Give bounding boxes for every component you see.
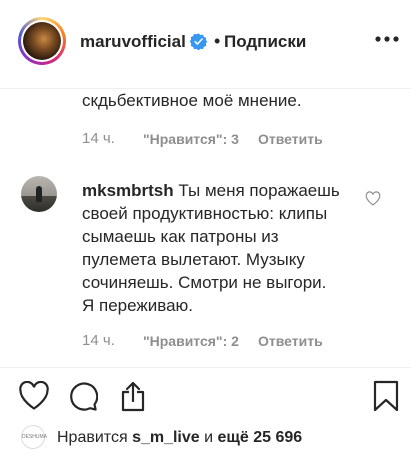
- likes-middle: и: [204, 429, 214, 446]
- bookmark-icon[interactable]: [373, 380, 399, 412]
- comment-text: скдьбективное моё мнение.: [82, 91, 302, 110]
- likes-count-link[interactable]: ещё 25 696: [218, 429, 303, 446]
- heart-outline-icon[interactable]: [365, 191, 381, 206]
- comment-likes-wrap: "Нравится": 2: [143, 333, 239, 350]
- likes-prefix: Нравится: [57, 429, 128, 446]
- like-heart-icon[interactable]: [18, 381, 50, 411]
- header-username[interactable]: maruvofficial: [80, 32, 186, 52]
- commenter-username[interactable]: mksmbrtsh: [82, 181, 174, 200]
- comment-bubble-icon[interactable]: [68, 381, 98, 411]
- commenter-avatar[interactable]: [21, 176, 57, 212]
- reply-button[interactable]: Ответить: [258, 333, 323, 349]
- more-options-icon[interactable]: [374, 34, 400, 44]
- likes-summary: Нравится s_m_live и ещё 25 696: [57, 429, 302, 447]
- comment-likes-count[interactable]: "Нравится": 2: [143, 333, 239, 349]
- divider: [0, 367, 411, 368]
- comment-likes-wrap: "Нравится": 3: [143, 131, 239, 148]
- liker-avatar[interactable]: DESHUMA: [21, 425, 47, 449]
- comment-line: пулемета вылетают. Музыку: [82, 250, 305, 269]
- comment-meta: 14 ч.: [82, 130, 115, 147]
- post-header: maruvofficial • Подписки: [0, 0, 411, 89]
- comment-time[interactable]: 14 ч.: [82, 332, 115, 349]
- separator-dot: •: [214, 31, 221, 51]
- comment-time[interactable]: 14 ч.: [82, 130, 115, 147]
- comment-reply-wrap: Ответить: [258, 333, 323, 350]
- share-icon[interactable]: [119, 380, 147, 412]
- profile-avatar[interactable]: [18, 17, 66, 65]
- comment-line: Ты меня поражаешь: [178, 181, 340, 200]
- comment-line: Я переживаю.: [82, 296, 194, 315]
- comment-reply-wrap: Ответить: [258, 131, 323, 148]
- reply-button[interactable]: Ответить: [258, 131, 323, 147]
- comment-line: своей продуктивностью: клипы: [82, 204, 328, 223]
- comment-body: mksmbrtsh Ты меня поражаешь своей продук…: [82, 179, 362, 317]
- following-button[interactable]: Подписки: [224, 32, 306, 52]
- comment-line: сымаешь как патроны из: [82, 227, 279, 246]
- comment-likes-count[interactable]: "Нравится": 3: [143, 131, 239, 147]
- comment-meta: 14 ч.: [82, 332, 115, 349]
- liker-username[interactable]: s_m_live: [132, 429, 200, 446]
- comment-line: сочиняешь. Смотри не выгори.: [82, 273, 327, 292]
- verified-badge-icon: [190, 33, 207, 50]
